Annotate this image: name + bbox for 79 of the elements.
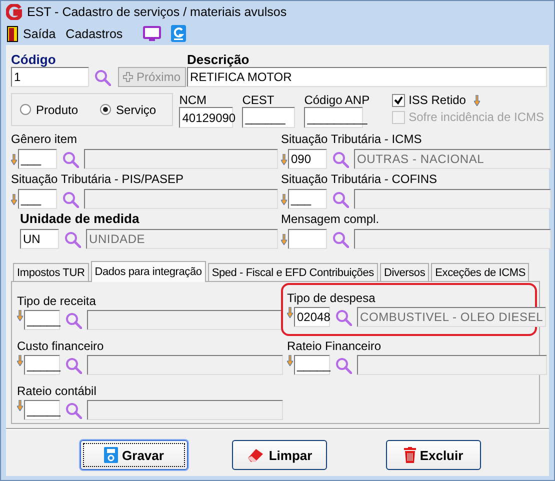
radio-option[interactable]: Produto [20,102,78,116]
down-arrow-icon [11,154,17,164]
check-icon [394,96,403,104]
tab[interactable]: Dados para integração [90,261,206,282]
down-arrow-icon [281,234,287,244]
code-field[interactable]: 02048 [294,307,330,327]
code-field[interactable]: ___ [18,189,57,209]
monitor-icon[interactable] [142,26,161,42]
field-label: Rateio Financeiro [287,339,382,353]
code-field[interactable]: ___ [288,189,327,209]
radio-option[interactable]: Serviço [100,102,156,116]
description-field: UNIDADE [86,229,278,249]
search-icon[interactable] [62,150,79,168]
tab[interactable]: Sped - Fiscal e EFD Contribuições [208,263,378,281]
trash-icon [404,447,416,463]
action-button[interactable]: Limpar [232,440,327,470]
search-icon[interactable] [332,150,349,168]
plus-icon [123,72,134,82]
field-label: Código ANP [304,93,370,107]
field-label: Tipo de despesa [287,291,376,305]
search-icon[interactable] [335,308,352,326]
search-icon[interactable] [65,312,82,328]
field-label: Rateio contábil [17,384,98,398]
tab[interactable]: Impostos TUR [13,263,89,281]
eraser-icon [246,447,265,463]
action-button[interactable]: Excluir [386,440,481,470]
down-arrow-icon [287,307,293,318]
code-field[interactable]: 090 [288,149,327,169]
door-icon [7,26,18,42]
field-label: Situação Tributária - PIS/PASEP [11,172,185,186]
down-arrow-icon [474,94,480,106]
code-field[interactable]: _____ [24,310,60,330]
field-label: NCM [179,93,208,107]
menu-label[interactable]: Saída [23,26,56,40]
search-icon[interactable] [62,190,79,208]
field-label: Gênero item [11,132,78,146]
down-arrow-icon [11,194,17,204]
search-icon[interactable] [65,356,82,374]
down-arrow-icon [17,355,23,366]
down-arrow-icon [17,310,23,321]
down-arrow-icon [281,194,287,204]
code-field[interactable]: _____ [24,355,60,375]
field-label: Unidade de medida [20,212,140,226]
down-arrow-icon [17,400,23,411]
text-field[interactable]: 40129090 [179,107,234,128]
code-field[interactable]: UN [20,229,59,249]
code-field[interactable]: _____ [294,355,330,375]
down-arrow-icon [287,355,293,366]
description-field[interactable]: RETIFICA MOTOR [187,67,547,87]
search-icon[interactable] [335,356,352,374]
field-label: CEST [242,93,276,107]
search-icon[interactable] [332,190,349,208]
search-icon[interactable] [65,402,82,418]
field-label: Situação Tributária - COFINS [281,172,438,186]
field-label: Tipo de receita [17,294,97,308]
field-label: Situação Tributária - ICMS [281,132,423,146]
app-logo-icon[interactable] [170,25,186,42]
window-title: EST - Cadastro de serviços / materiais avulsos [27,5,287,19]
search-icon[interactable] [64,230,81,248]
description-field: COMBUSTIVEL - OLEO DIESEL [357,307,546,327]
text-field[interactable]: ______ [242,107,296,128]
description-field: OUTRAS - NACIONAL [354,149,551,169]
field-label: Código [11,53,57,67]
code-field[interactable]: 1 [11,67,89,87]
field-label: Descrição [187,53,250,67]
down-arrow-icon [281,154,287,164]
action-button[interactable]: Gravar [80,440,188,470]
code-field[interactable]: _____ [24,400,60,420]
search-icon[interactable] [332,230,349,248]
search-icon[interactable] [94,68,111,86]
field-label: Custo financeiro [17,339,105,353]
code-field[interactable] [288,229,327,249]
field-label: Mensagem compl. [281,212,380,226]
logo-icon [6,4,22,20]
code-field[interactable]: ___ [18,149,57,169]
checkbox[interactable]: ISS Retido [392,93,466,107]
tab[interactable]: Exceções de ICMS [431,263,530,281]
menu-item[interactable]: Cadastros [66,26,123,40]
tab[interactable]: Diversos [380,263,430,281]
